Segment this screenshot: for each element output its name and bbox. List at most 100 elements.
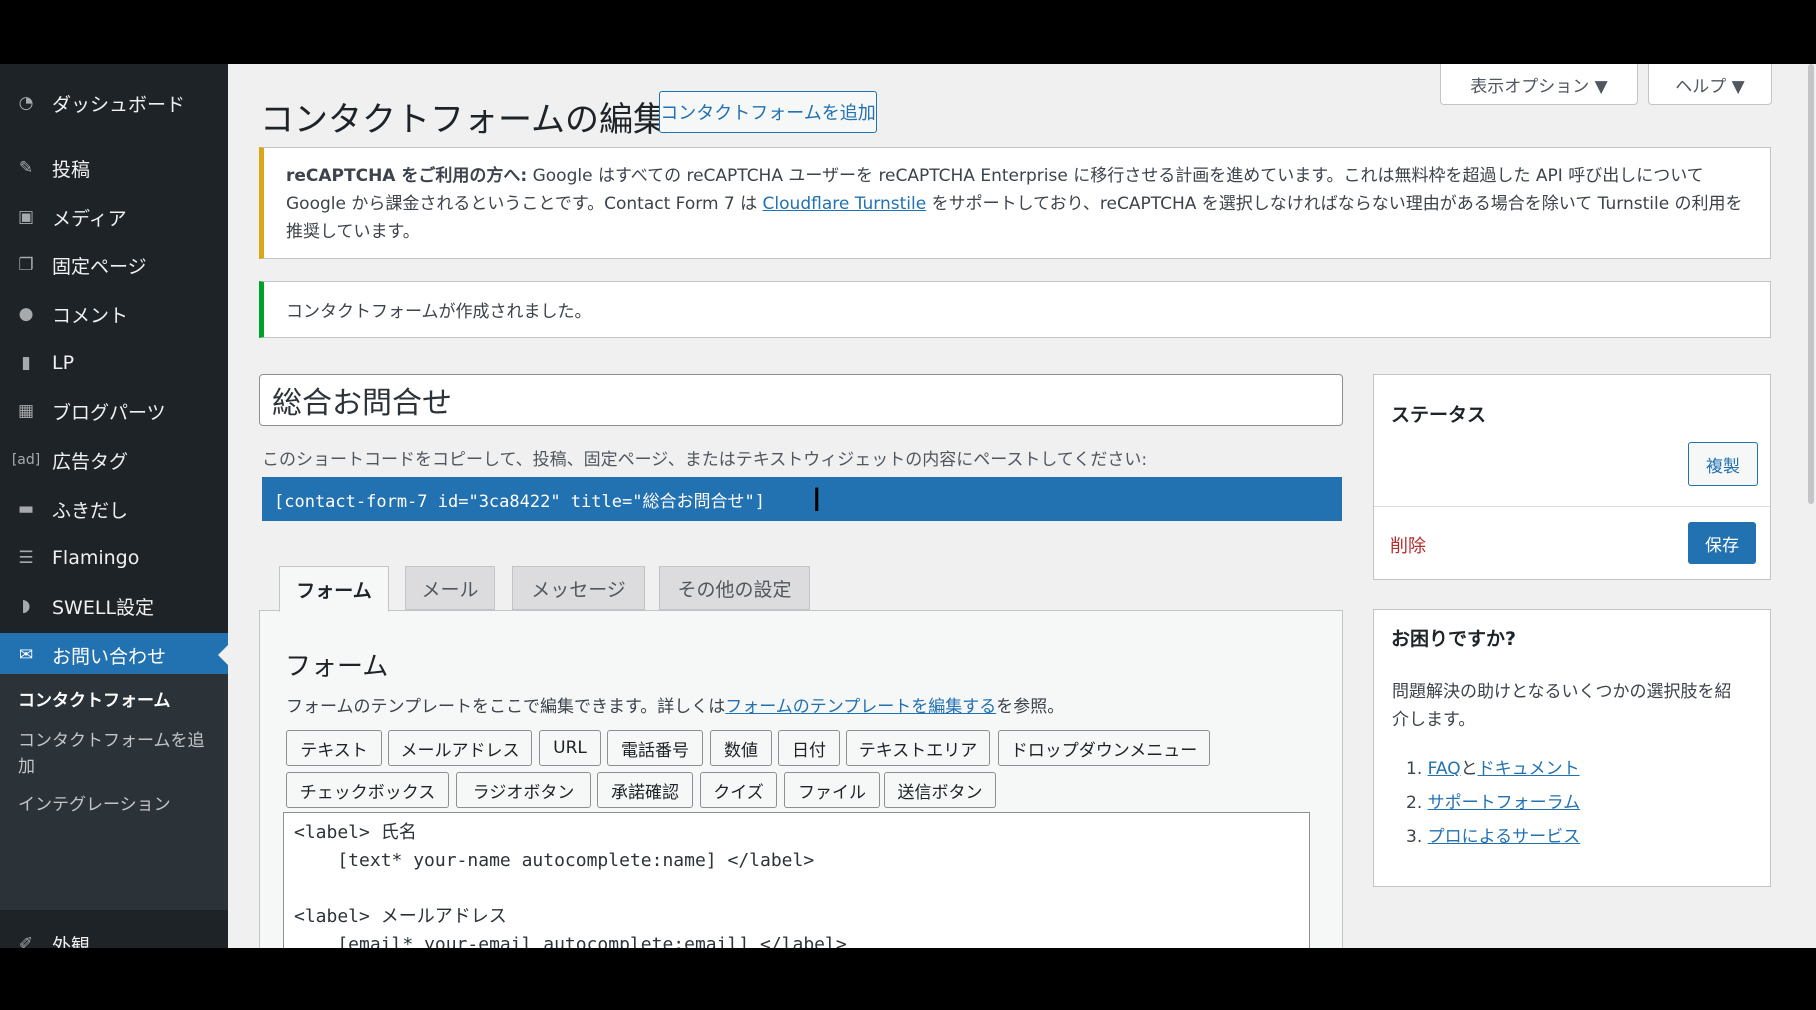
sidebar-item-label: メディア — [52, 207, 127, 230]
list-number: 3. — [1406, 827, 1423, 847]
status-title: ステータス — [1391, 404, 1487, 426]
tag-textarea[interactable]: テキストエリア — [846, 730, 990, 766]
sidebar-item-label: ダッシュボード — [52, 93, 186, 116]
help-button[interactable]: ヘルプ ▼ — [1648, 64, 1772, 105]
list-number: 2. — [1406, 793, 1423, 813]
sidebar-item-media[interactable]: ▣ メディア — [0, 195, 228, 239]
screen-options-button[interactable]: 表示オプション ▼ — [1440, 64, 1638, 105]
tab-additional-settings[interactable]: その他の設定 — [659, 566, 810, 610]
docs-link[interactable]: ドキュメント — [1478, 759, 1580, 779]
help-conjunction: と — [1460, 759, 1478, 779]
panel-title: フォーム — [285, 652, 389, 682]
add-contact-form-button[interactable]: コンタクトフォームを追加 — [659, 91, 877, 133]
tab-mail[interactable]: メール — [405, 566, 495, 610]
sidebar-item-flamingo[interactable]: ☰ Flamingo — [0, 536, 228, 580]
mail-icon: ✉ — [18, 645, 34, 665]
faq-link[interactable]: FAQ — [1428, 759, 1461, 779]
sidebar-item-label: 投稿 — [52, 158, 91, 181]
shortcode-hint: このショートコードをコピーして、投稿、固定ページ、またはテキストウィジェットの内… — [262, 450, 1148, 470]
support-forum-link[interactable]: サポートフォーラム — [1428, 793, 1581, 813]
delete-link[interactable]: 削除 — [1390, 532, 1426, 558]
tag-url[interactable]: URL — [539, 730, 601, 766]
help-title: お困りですか? — [1391, 628, 1517, 650]
contact-submenu: コンタクトフォーム コンタクトフォームを追加 インテグレーション — [0, 674, 228, 910]
swell-icon: ◗ — [21, 596, 31, 616]
bubble-icon: ▬ — [17, 499, 35, 519]
comment-icon: ● — [18, 304, 34, 324]
sidebar-item-contact[interactable]: ✉ お問い合わせ — [0, 633, 228, 677]
duplicate-button[interactable]: 複製 — [1688, 442, 1758, 486]
tag-number[interactable]: 数値 — [710, 730, 772, 766]
desc-text: を参照。 — [996, 697, 1065, 717]
submenu-add-new[interactable]: コンタクトフォームを追加 — [18, 728, 218, 780]
text-cursor-icon: I — [812, 481, 822, 519]
list-number: 1. — [1406, 759, 1423, 779]
sidebar-item-swell[interactable]: ◗ SWELL設定 — [0, 584, 228, 628]
help-item-2: 2. サポートフォーラム — [1406, 788, 1580, 813]
sidebar-item-label: 固定ページ — [52, 255, 147, 278]
sidebar-item-ad-tag[interactable]: [ad] 広告タグ — [0, 438, 228, 482]
help-text: 問題解決の助けとなるいくつかの選択肢を紹介します。 — [1392, 682, 1732, 730]
success-notice: コンタクトフォームが作成されました。 — [259, 281, 1771, 338]
ad-icon: [ad] — [11, 452, 41, 468]
tag-select[interactable]: ドロップダウンメニュー — [998, 730, 1210, 766]
admin-sidebar: ◔ ダッシュボード ✎ 投稿 ▣ メディア ❐ 固定ページ ● コメント ▮ LP ▦ ブログ… — [0, 64, 228, 948]
tab-messages[interactable]: メッセージ — [512, 566, 645, 610]
pro-services-link[interactable]: プロによるサービス — [1428, 827, 1581, 847]
sidebar-item-fukidashi[interactable]: ▬ ふきだし — [0, 487, 228, 531]
page-title: コンタクトフォームの編集 — [260, 100, 667, 140]
sidebar-item-dashboard[interactable]: ◔ ダッシュボード — [0, 81, 228, 125]
tag-date[interactable]: 日付 — [778, 730, 840, 766]
sidebar-item-label: SWELL設定 — [52, 596, 155, 619]
sidebar-item-pages[interactable]: ❐ 固定ページ — [0, 243, 228, 287]
scroll-thumb[interactable] — [1808, 64, 1814, 504]
recaptcha-notice: reCAPTCHA をご利用の方へ: Google はすべての reCAPTCH… — [259, 147, 1771, 259]
save-button[interactable]: 保存 — [1688, 522, 1756, 564]
tag-tel[interactable]: 電話番号 — [607, 730, 703, 766]
tag-acceptance[interactable]: 承諾確認 — [597, 772, 693, 808]
page-scrollbar[interactable] — [1806, 64, 1816, 948]
help-item-3: 3. プロによるサービス — [1406, 822, 1580, 847]
list-icon: ☰ — [18, 548, 34, 568]
submenu-contact-forms[interactable]: コンタクトフォーム — [18, 688, 218, 714]
wp-admin-screen: ◔ ダッシュボード ✎ 投稿 ▣ メディア ❐ 固定ページ ● コメント ▮ LP ▦ ブログ… — [0, 64, 1816, 948]
sidebar-item-label: Flamingo — [52, 547, 140, 569]
document-icon: ▮ — [21, 353, 31, 373]
sidebar-item-label: 外観 — [52, 934, 91, 949]
form-title-input[interactable]: 総合お問合せ — [259, 374, 1343, 426]
tag-file[interactable]: ファイル — [784, 772, 880, 808]
tag-checkbox[interactable]: チェックボックス — [286, 772, 449, 808]
pin-icon: ✎ — [18, 158, 34, 178]
sidebar-item-comments[interactable]: ● コメント — [0, 292, 228, 336]
sidebar-item-posts[interactable]: ✎ 投稿 — [0, 146, 228, 190]
tab-form[interactable]: フォーム — [279, 566, 389, 612]
tag-quiz[interactable]: クイズ — [700, 772, 777, 808]
sidebar-item-label: コメント — [52, 304, 129, 327]
media-icon: ▣ — [17, 207, 35, 227]
notice-strong: reCAPTCHA をご利用の方へ: — [286, 166, 528, 186]
sidebar-item-label: 広告タグ — [52, 450, 129, 473]
panel-description: フォームのテンプレートをここで編集できます。詳しくはフォームのテンプレートを編集… — [286, 692, 1064, 717]
tag-submit[interactable]: 送信ボタン — [884, 772, 996, 808]
status-divider — [1374, 506, 1770, 507]
turnstile-link[interactable]: Cloudflare Turnstile — [763, 194, 927, 214]
edit-template-link[interactable]: フォームのテンプレートを編集する — [725, 697, 996, 717]
sidebar-item-blog-parts[interactable]: ▦ ブログパーツ — [0, 389, 228, 433]
submenu-integration[interactable]: インテグレーション — [18, 792, 218, 818]
tag-email[interactable]: メールアドレス — [388, 730, 532, 766]
sidebar-item-label: LP — [52, 352, 75, 374]
tag-text[interactable]: テキスト — [286, 730, 382, 766]
dashboard-icon: ◔ — [18, 93, 34, 113]
help-item-1: 1. FAQとドキュメント — [1406, 754, 1580, 779]
sidebar-item-label: ふきだし — [52, 499, 129, 522]
grid-icon: ▦ — [17, 401, 35, 421]
sidebar-item-lp[interactable]: ▮ LP — [0, 341, 228, 385]
shortcode-field[interactable]: [contact-form-7 id="3ca8422" title="総合お問… — [262, 477, 1342, 521]
tag-radio[interactable]: ラジオボタン — [456, 772, 591, 808]
sidebar-item-label: ブログパーツ — [52, 401, 166, 424]
desc-text: フォームのテンプレートをここで編集できます。詳しくは — [286, 697, 726, 717]
sidebar-item-label: お問い合わせ — [52, 645, 167, 668]
sidebar-item-appearance[interactable]: ✐ 外観 — [0, 922, 228, 948]
form-template-editor[interactable]: <label> 氏名 [text* your-name autocomplete… — [283, 812, 1310, 948]
page-icon: ❐ — [18, 255, 34, 275]
